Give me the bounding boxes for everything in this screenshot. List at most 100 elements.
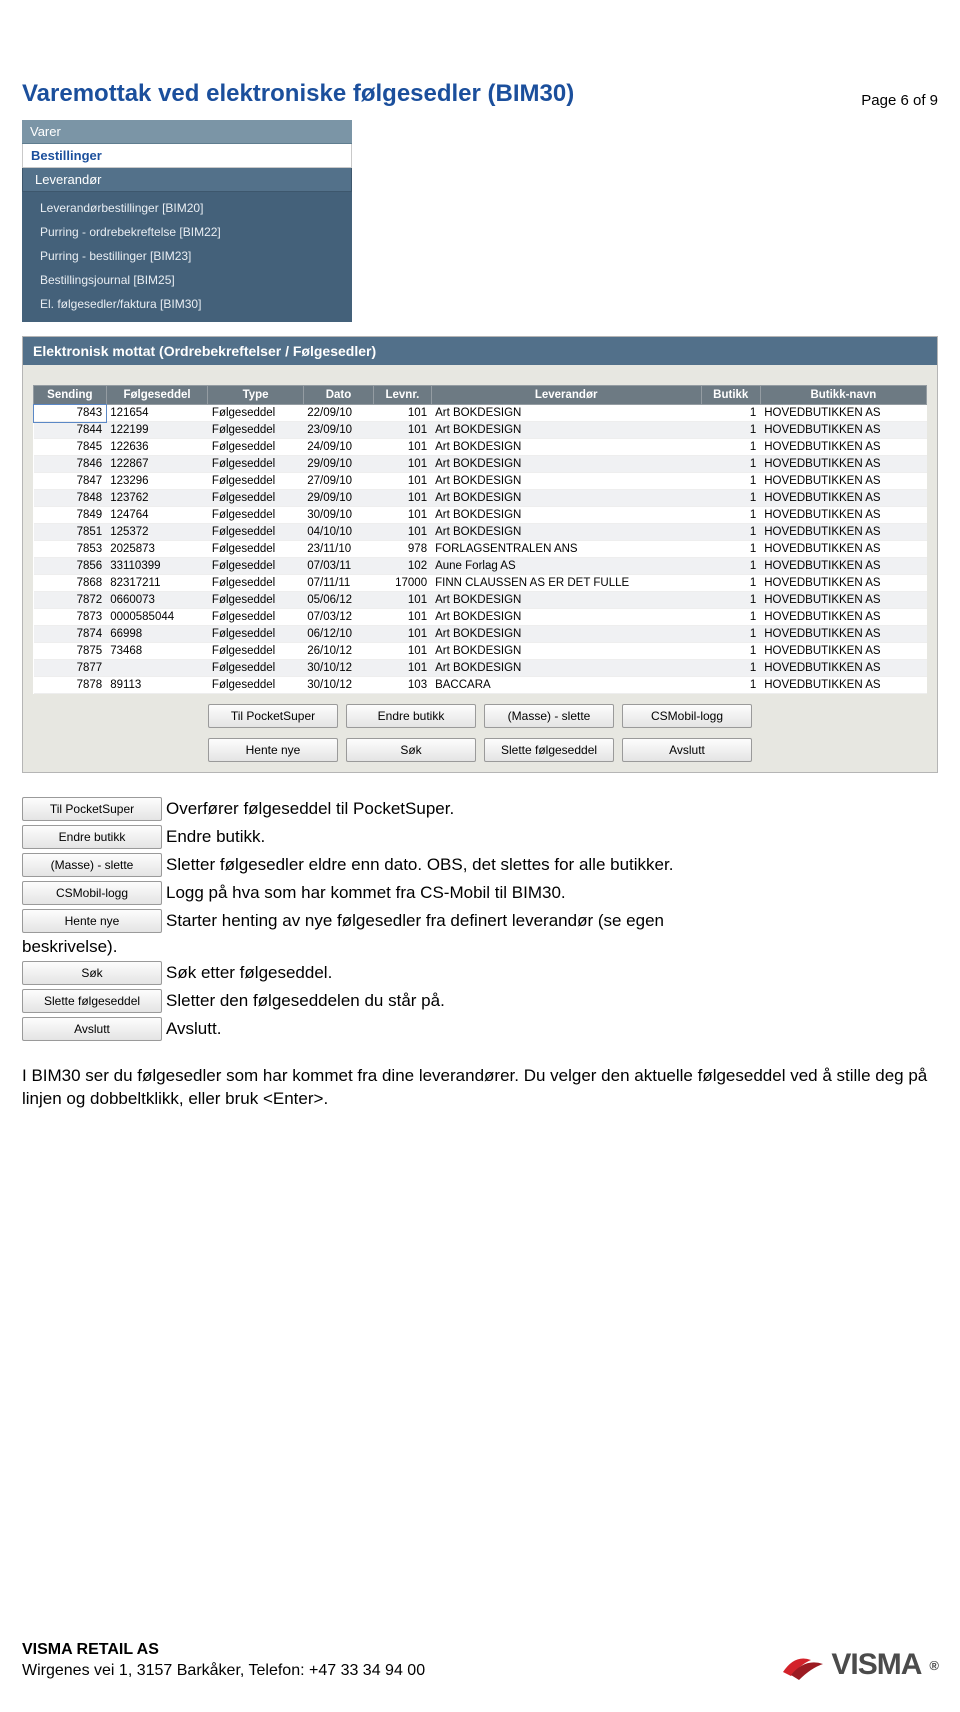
cell: 29/09/10 — [303, 456, 374, 473]
cell: 7875 — [34, 643, 107, 660]
cell: 7848 — [34, 490, 107, 507]
cell: 0660073 — [106, 592, 208, 609]
col-4[interactable]: Levnr. — [374, 386, 431, 405]
table-row[interactable]: 787573468Følgeseddel26/10/12101Art BOKDE… — [34, 643, 927, 660]
cell: HOVEDBUTIKKEN AS — [760, 660, 926, 677]
hente-nye-button[interactable]: Hente nye — [22, 909, 162, 933]
table-row[interactable]: 7847123296Følgeseddel27/09/10101Art BOKD… — [34, 473, 927, 490]
avslutt-button[interactable]: Avslutt — [622, 738, 752, 762]
cell: 101 — [374, 405, 431, 422]
-masse-slette-button[interactable]: (Masse) - slette — [22, 853, 162, 877]
cell: Følgeseddel — [208, 473, 303, 490]
cell: Følgeseddel — [208, 490, 303, 507]
cell: 101 — [374, 490, 431, 507]
cell: 73468 — [106, 643, 208, 660]
description-text: Logg på hva som har kommet fra CS-Mobil … — [166, 883, 566, 903]
table-row[interactable]: 78720660073Følgeseddel05/06/12101Art BOK… — [34, 592, 927, 609]
grid-panel: Elektronisk mottat (Ordrebekreftelser / … — [22, 336, 938, 773]
table-row[interactable]: 786882317211Følgeseddel07/11/1117000FINN… — [34, 575, 927, 592]
s-k-button[interactable]: Søk — [22, 961, 162, 985]
nav-varer[interactable]: Varer — [22, 120, 352, 144]
table-row[interactable]: 787466998Følgeseddel06/12/10101Art BOKDE… — [34, 626, 927, 643]
cell: 33110399 — [106, 558, 208, 575]
cell: 1 — [701, 558, 760, 575]
nav-item-bim25[interactable]: Bestillingsjournal [BIM25] — [22, 268, 352, 292]
cell: HOVEDBUTIKKEN AS — [760, 592, 926, 609]
cell: 04/10/10 — [303, 524, 374, 541]
cell: HOVEDBUTIKKEN AS — [760, 677, 926, 694]
col-2[interactable]: Type — [208, 386, 303, 405]
cell: Art BOKDESIGN — [431, 643, 701, 660]
endre-butikk-button[interactable]: Endre butikk — [22, 825, 162, 849]
table-row[interactable]: 78532025873Følgeseddel23/11/10978FORLAGS… — [34, 541, 927, 558]
description-text: Sletter den følgeseddelen du står på. — [166, 991, 445, 1011]
cell: 0000585044 — [106, 609, 208, 626]
csmobil-logg-button[interactable]: CSMobil-logg — [22, 881, 162, 905]
cell: Art BOKDESIGN — [431, 490, 701, 507]
table-row[interactable]: 78730000585044Følgeseddel07/03/12101Art … — [34, 609, 927, 626]
s-k-button[interactable]: Søk — [346, 738, 476, 762]
folgeseddel-table[interactable]: SendingFølgeseddelTypeDatoLevnr.Leverand… — [33, 385, 927, 694]
cell: HOVEDBUTIKKEN AS — [760, 626, 926, 643]
nav-item-bim20[interactable]: Leverandørbestillinger [BIM20] — [22, 196, 352, 220]
table-row[interactable]: 7848123762Følgeseddel29/09/10101Art BOKD… — [34, 490, 927, 507]
page-number: Page 6 of 9 — [861, 92, 938, 109]
visma-logo: VISMA® — [781, 1648, 938, 1682]
table-row[interactable]: 785633110399Følgeseddel07/03/11102Aune F… — [34, 558, 927, 575]
nav-item-bim23[interactable]: Purring - bestillinger [BIM23] — [22, 244, 352, 268]
nav-item-bim30[interactable]: El. følgesedler/faktura [BIM30] — [22, 292, 352, 316]
table-row[interactable]: 7851125372Følgeseddel04/10/10101Art BOKD… — [34, 524, 927, 541]
cell: HOVEDBUTIKKEN AS — [760, 575, 926, 592]
cell: HOVEDBUTIKKEN AS — [760, 439, 926, 456]
cell: Art BOKDESIGN — [431, 507, 701, 524]
nav-submenu: Leverandørbestillinger [BIM20] Purring -… — [22, 192, 352, 322]
nav-item-bim22[interactable]: Purring - ordrebekreftelse [BIM22] — [22, 220, 352, 244]
col-5[interactable]: Leverandør — [431, 386, 701, 405]
col-1[interactable]: Følgeseddel — [106, 386, 208, 405]
col-7[interactable]: Butikk-navn — [760, 386, 926, 405]
avslutt-button[interactable]: Avslutt — [22, 1017, 162, 1041]
hente-nye-button[interactable]: Hente nye — [208, 738, 338, 762]
cell: Følgeseddel — [208, 524, 303, 541]
table-row[interactable]: 7846122867Følgeseddel29/09/10101Art BOKD… — [34, 456, 927, 473]
endre-butikk-button[interactable]: Endre butikk — [346, 704, 476, 728]
cell: Art BOKDESIGN — [431, 422, 701, 439]
nav-leverandor[interactable]: Leverandør — [22, 168, 352, 192]
table-row[interactable]: 7877Følgeseddel30/10/12101Art BOKDESIGN1… — [34, 660, 927, 677]
table-row[interactable]: 7843121654Følgeseddel22/09/10101Art BOKD… — [34, 405, 927, 422]
table-row[interactable]: 7845122636Følgeseddel24/09/10101Art BOKD… — [34, 439, 927, 456]
cell: Følgeseddel — [208, 677, 303, 694]
nav-bestillinger[interactable]: Bestillinger — [22, 144, 352, 168]
col-3[interactable]: Dato — [303, 386, 374, 405]
table-row[interactable]: 787889113Følgeseddel30/10/12103BACCARA1H… — [34, 677, 927, 694]
table-row[interactable]: 7849124764Følgeseddel30/09/10101Art BOKD… — [34, 507, 927, 524]
footer: VISMA RETAIL AS Wirgenes vei 1, 3157 Bar… — [22, 1640, 938, 1682]
cell: 29/09/10 — [303, 490, 374, 507]
til-pocketsuper-button[interactable]: Til PocketSuper — [22, 797, 162, 821]
cell: HOVEDBUTIKKEN AS — [760, 507, 926, 524]
cell: 30/10/12 — [303, 660, 374, 677]
cell: Art BOKDESIGN — [431, 660, 701, 677]
cell: HOVEDBUTIKKEN AS — [760, 473, 926, 490]
csmobil-logg-button[interactable]: CSMobil-logg — [622, 704, 752, 728]
til-pocketsuper-button[interactable]: Til PocketSuper — [208, 704, 338, 728]
cell: 101 — [374, 456, 431, 473]
slette-f-lgeseddel-button[interactable]: Slette følgeseddel — [22, 989, 162, 1013]
cell: 7845 — [34, 439, 107, 456]
col-0[interactable]: Sending — [34, 386, 107, 405]
cell: 125372 — [106, 524, 208, 541]
cell: 1 — [701, 524, 760, 541]
cell: HOVEDBUTIKKEN AS — [760, 524, 926, 541]
-masse-slette-button[interactable]: (Masse) - slette — [484, 704, 614, 728]
cell: 7873 — [34, 609, 107, 626]
cell: 2025873 — [106, 541, 208, 558]
slette-f-lgeseddel-button[interactable]: Slette følgeseddel — [484, 738, 614, 762]
cell: 07/03/11 — [303, 558, 374, 575]
cell: 24/09/10 — [303, 439, 374, 456]
cell: Art BOKDESIGN — [431, 592, 701, 609]
col-6[interactable]: Butikk — [701, 386, 760, 405]
table-row[interactable]: 7844122199Følgeseddel23/09/10101Art BOKD… — [34, 422, 927, 439]
cell: 06/12/10 — [303, 626, 374, 643]
cell: 27/09/10 — [303, 473, 374, 490]
cell: 1 — [701, 643, 760, 660]
